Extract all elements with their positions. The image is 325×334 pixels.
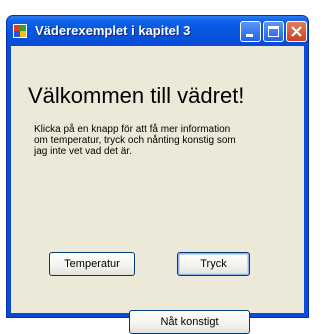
window-title: Väderexemplet i kapitel 3 — [35, 23, 191, 38]
app-icon[interactable] — [13, 24, 27, 38]
maximize-icon — [268, 26, 279, 37]
app-window: Väderexemplet i kapitel 3 Välkommen till… — [6, 15, 309, 334]
welcome-heading: Välkommen till vädret! — [28, 83, 245, 108]
description-text: Klicka på en knapp för att få mer inform… — [34, 124, 236, 157]
maximize-button[interactable] — [263, 21, 284, 42]
tryck-button[interactable]: Tryck — [177, 252, 250, 276]
minimize-icon — [246, 34, 253, 37]
nat-konstigt-button[interactable]: Nåt konstigt — [129, 310, 250, 334]
close-button[interactable] — [286, 21, 307, 42]
title-bar[interactable]: Väderexemplet i kapitel 3 — [7, 16, 308, 46]
close-icon — [291, 26, 302, 37]
client-area: Välkommen till vädret! Klicka på en knap… — [11, 46, 304, 334]
minimize-button[interactable] — [240, 21, 261, 42]
temperatur-button[interactable]: Temperatur — [49, 252, 135, 276]
